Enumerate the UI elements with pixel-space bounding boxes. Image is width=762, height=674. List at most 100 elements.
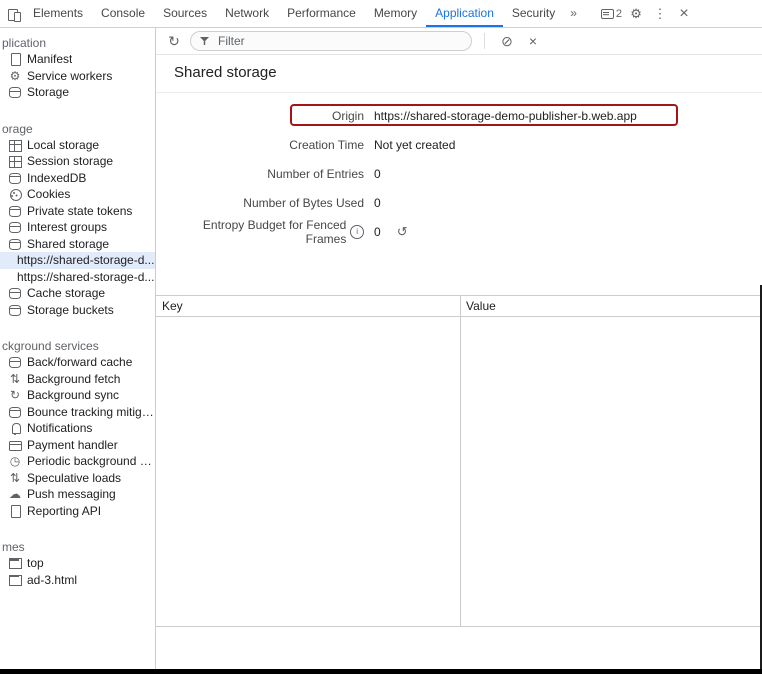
database-icon [7, 354, 23, 370]
sidebar-item-local-storage[interactable]: Local storage [0, 137, 155, 154]
storage-items-table: Key Value [156, 295, 762, 627]
sidebar-item-storage-buckets[interactable]: Storage buckets [0, 302, 155, 319]
sidebar-item-notifications[interactable]: Notifications [0, 420, 155, 437]
frame-icon [7, 555, 23, 571]
tab-sources[interactable]: Sources [154, 0, 216, 27]
sidebar-item-cookies[interactable]: Cookies [0, 186, 155, 203]
tab-security[interactable]: Security [503, 0, 564, 27]
column-divider[interactable] [460, 296, 461, 626]
field-value: https://shared-storage-demo-publisher-b.… [374, 109, 637, 123]
filter-icon [197, 33, 213, 49]
sidebar-item-payment-handler[interactable]: Payment handler [0, 437, 155, 454]
database-icon [7, 219, 23, 235]
sidebar-item-label: Speculative loads [27, 471, 121, 485]
sidebar-item-periodic-background-sync[interactable]: ◷ Periodic background s... [0, 453, 155, 470]
database-icon [7, 84, 23, 100]
sidebar-item-storage[interactable]: Storage [0, 84, 155, 101]
sidebar-item-label: Session storage [27, 154, 113, 168]
sidebar-item-private-state-tokens[interactable]: Private state tokens [0, 203, 155, 220]
shared-storage-panel: ↻ ⊘ × Shared storage Origin https://shar… [156, 28, 762, 669]
table-body-empty [156, 317, 762, 626]
up-down-arrows-icon: ⇅ [7, 371, 23, 387]
tab-application[interactable]: Application [426, 0, 503, 27]
sync-icon: ↻ [7, 387, 23, 403]
sidebar-item-speculative-loads[interactable]: ⇅ Speculative loads [0, 470, 155, 487]
sidebar-item-cache-storage[interactable]: Cache storage [0, 285, 155, 302]
tab-memory[interactable]: Memory [365, 0, 426, 27]
column-header-value[interactable]: Value [460, 296, 762, 316]
sidebar-item-shared-storage-origin-b[interactable]: https://shared-storage-d... [0, 252, 155, 269]
close-devtools-button[interactable]: × [674, 4, 694, 24]
settings-button[interactable]: ⚙ [626, 4, 646, 24]
sidebar-item-label: https://shared-storage-d... [17, 253, 154, 267]
field-value: Not yet created [374, 138, 455, 152]
sidebar-item-background-sync[interactable]: ↻ Background sync [0, 387, 155, 404]
sidebar-item-label: Shared storage [27, 237, 109, 251]
sidebar-item-session-storage[interactable]: Session storage [0, 153, 155, 170]
field-row-number-of-entries: Number of Entries 0 [164, 159, 762, 188]
database-icon [7, 170, 23, 186]
field-row-origin: Origin https://shared-storage-demo-publi… [164, 101, 762, 130]
sidebar-item-service-workers[interactable]: ⚙ Service workers [0, 68, 155, 85]
sidebar-item-frame-top[interactable]: top [0, 555, 155, 572]
database-icon [7, 236, 23, 252]
section-background-services: ckground services [0, 338, 155, 354]
sidebar-item-shared-storage-origin-2[interactable]: https://shared-storage-d... [0, 269, 155, 286]
tab-elements[interactable]: Elements [24, 0, 92, 27]
field-value: 0 [374, 167, 381, 181]
delete-selected-button[interactable]: × [523, 31, 543, 51]
sidebar-item-bounce-tracking[interactable]: Bounce tracking mitiga... [0, 404, 155, 421]
field-value: 0 ↺ [374, 224, 408, 240]
field-label: Origin [164, 109, 364, 123]
document-icon [7, 503, 23, 519]
sidebar-item-label: ad-3.html [27, 573, 77, 587]
field-label: Number of Bytes Used [164, 196, 364, 210]
sidebar-item-shared-storage[interactable]: Shared storage [0, 236, 155, 253]
info-icon[interactable]: i [350, 225, 364, 239]
sidebar-item-label: Reporting API [27, 504, 101, 518]
tab-performance[interactable]: Performance [278, 0, 365, 27]
tab-console[interactable]: Console [92, 0, 154, 27]
devtools-tabbar: Elements Console Sources Network Perform… [0, 0, 762, 28]
sidebar-item-label: Push messaging [27, 487, 116, 501]
sidebar-item-label: Storage buckets [27, 303, 114, 317]
clear-all-button[interactable]: ⊘ [497, 31, 517, 51]
more-tabs-button[interactable]: » [564, 0, 583, 27]
sidebar-item-push-messaging[interactable]: ☁ Push messaging [0, 486, 155, 503]
sidebar-item-frame-ad-3[interactable]: ad-3.html [0, 572, 155, 589]
tabbar-actions: 2 ⚙ ⋮ × [599, 0, 694, 27]
reset-budget-icon[interactable]: ↺ [397, 224, 408, 240]
sidebar-item-label: IndexedDB [27, 171, 86, 185]
table-icon [7, 153, 23, 169]
clock-icon: ◷ [7, 453, 23, 469]
tab-network[interactable]: Network [216, 0, 278, 27]
column-header-key[interactable]: Key [156, 296, 460, 316]
field-label: Creation Time [164, 138, 364, 152]
sidebar-item-interest-groups[interactable]: Interest groups [0, 219, 155, 236]
table-icon [7, 137, 23, 153]
section-storage: orage [0, 121, 155, 137]
metadata-report: Origin https://shared-storage-demo-publi… [156, 93, 762, 246]
sidebar-item-label: Payment handler [27, 438, 118, 452]
sidebar-item-label: Background fetch [27, 372, 120, 386]
sidebar-item-label: Private state tokens [27, 204, 132, 218]
database-icon [7, 203, 23, 219]
toggle-device-toolbar-icon[interactable] [6, 6, 22, 22]
more-options-button[interactable]: ⋮ [650, 4, 670, 24]
sidebar-item-label: Cookies [27, 187, 70, 201]
sidebar-item-label: Service workers [27, 69, 112, 83]
page-title: Shared storage [156, 55, 762, 93]
issues-button[interactable]: 2 [599, 4, 622, 24]
up-down-arrows-icon: ⇅ [7, 470, 23, 486]
sidebar-item-reporting-api[interactable]: Reporting API [0, 503, 155, 520]
bell-icon [7, 420, 23, 436]
panel-tabs: Elements Console Sources Network Perform… [24, 0, 583, 27]
filter-input[interactable] [216, 33, 465, 49]
sidebar-item-back-forward-cache[interactable]: Back/forward cache [0, 354, 155, 371]
sidebar-item-background-fetch[interactable]: ⇅ Background fetch [0, 371, 155, 388]
frame-icon [7, 572, 23, 588]
sidebar-item-label: Cache storage [27, 286, 105, 300]
sidebar-item-indexeddb[interactable]: IndexedDB [0, 170, 155, 187]
refresh-button[interactable]: ↻ [164, 31, 184, 51]
sidebar-item-manifest[interactable]: Manifest [0, 51, 155, 68]
